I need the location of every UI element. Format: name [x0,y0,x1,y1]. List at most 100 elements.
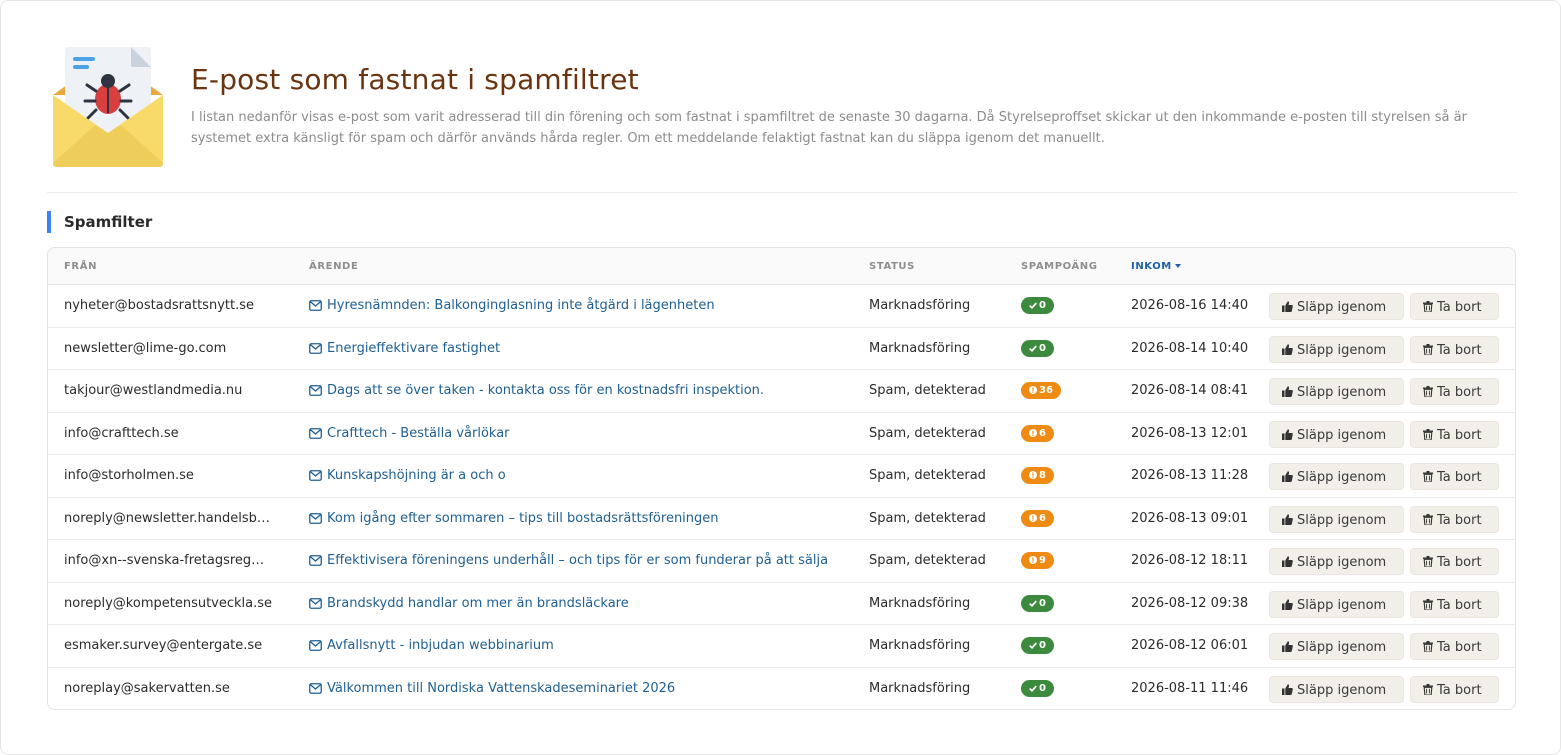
release-button-label: Släpp igenom [1297,682,1387,698]
thumbs-up-icon [1282,301,1293,312]
row-subject-text: Kunskapshöjning är a och o [327,468,506,483]
row-from: nyheter@bostadsrattsnytt.se [64,298,254,313]
row-subject-link[interactable]: Kom igång efter sommaren – tips till bos… [309,498,849,540]
release-button-label: Släpp igenom [1297,512,1387,528]
delete-button[interactable]: Ta bort [1410,590,1499,618]
table-header: FRÅN ÄRENDE STATUS SPAMPOÄNG INKOM [48,248,1515,285]
delete-button-label: Ta bort [1437,682,1482,698]
check-icon [1029,599,1037,607]
release-button[interactable]: Släpp igenom [1269,548,1404,575]
envelope-icon [309,342,322,354]
row-subject-link[interactable]: Hyresnämnden: Balkonginglasning inte åtg… [309,285,849,327]
spam-filter-page: E-post som fastnat i spamfiltret I lista… [0,0,1561,755]
release-button[interactable]: Släpp igenom [1269,590,1404,618]
release-button[interactable]: Släpp igenom [1269,335,1404,363]
release-button[interactable]: Släpp igenom [1269,633,1404,660]
release-button-label: Släpp igenom [1297,640,1387,655]
column-header-subject[interactable]: ÄRENDE [309,248,358,285]
row-received: 2026-08-14 10:40 [1131,340,1249,356]
thumbs-up-icon [1282,641,1293,652]
row-score: 9 [1021,540,1101,582]
spam-score-value: 0 [1039,640,1046,651]
row-subject-link[interactable]: Dags att se över taken - kontakta oss fö… [309,370,849,412]
row-subject-link[interactable]: Crafttech - Beställa vårlökar [309,413,849,455]
table-row: info@xn--svenska-fretagsreg… Effektivise… [48,540,1515,583]
spam-envelope-bug-icon [53,47,163,167]
delete-button[interactable]: Ta bort [1410,675,1499,703]
delete-button-label: Ta bort [1437,427,1482,443]
delete-button[interactable]: Ta bort [1410,335,1499,363]
thumbs-up-icon [1282,428,1293,440]
exclamation-circle-icon [1029,428,1037,437]
row-subject-text: Avfallsnytt - inbjudan webbinarium [327,638,554,653]
column-header-from[interactable]: FRÅN [64,248,97,285]
table-row: newsletter@lime-go.com Energieffektivare… [48,328,1515,370]
delete-button-label: Ta bort [1437,342,1482,358]
release-button[interactable]: Släpp igenom [1269,675,1404,703]
check-icon [1029,344,1037,352]
delete-button[interactable]: Ta bort [1410,548,1499,575]
column-header-received-label: INKOM [1131,261,1172,272]
table-row: takjour@westlandmedia.nu Dags att se öve… [48,370,1515,413]
row-subject-link[interactable]: Avfallsnytt - inbjudan webbinarium [309,625,849,667]
row-received: 2026-08-12 09:38 [1131,595,1249,611]
row-from: newsletter@lime-go.com [64,340,227,356]
trash-icon [1423,386,1433,398]
page-header: E-post som fastnat i spamfiltret I lista… [47,41,1517,193]
row-score: 8 [1021,455,1101,497]
spam-score-badge: 36 [1021,382,1061,399]
column-header-received[interactable]: INKOM [1131,248,1181,285]
table-row: nyheter@bostadsrattsnytt.se Hyresnämnden… [48,285,1515,328]
release-button[interactable]: Släpp igenom [1269,378,1404,405]
row-from: noreplay@sakervatten.se [64,680,230,696]
section-title: Spamfilter [47,211,152,233]
delete-button[interactable]: Ta bort [1410,378,1499,405]
row-subject-link[interactable]: Effektivisera föreningens underhåll – oc… [309,540,849,582]
delete-button[interactable]: Ta bort [1410,633,1499,660]
row-subject-text: Crafttech - Beställa vårlökar [327,425,510,441]
spam-score-value: 8 [1039,470,1046,481]
row-subject-text: Dags att se över taken - kontakta oss fö… [327,383,765,398]
delete-button-label: Ta bort [1437,640,1482,655]
row-received: 2026-08-14 08:41 [1131,383,1249,398]
row-subject-link[interactable]: Kunskapshöjning är a och o [309,455,849,497]
release-button[interactable]: Släpp igenom [1269,463,1404,490]
row-subject-link[interactable]: Välkommen till Nordiska Vattenskadesemin… [309,668,849,710]
row-score: 0 [1021,285,1101,327]
spam-score-value: 6 [1039,512,1046,524]
row-received: 2026-08-16 14:40 [1131,298,1249,313]
trash-icon [1423,556,1433,568]
table-row: info@crafttech.se Crafttech - Beställa v… [48,413,1515,455]
release-button[interactable]: Släpp igenom [1269,293,1404,320]
row-received: 2026-08-11 11:46 [1131,680,1249,696]
thumbs-up-icon [1282,343,1293,355]
thumbs-up-icon [1282,556,1293,567]
row-subject-link[interactable]: Brandskydd handlar om mer än brandsläcka… [309,583,849,625]
row-status: Marknadsföring [869,340,971,356]
delete-button-label: Ta bort [1437,385,1482,400]
release-button[interactable]: Släpp igenom [1269,505,1404,533]
thumbs-up-icon [1282,471,1293,482]
row-subject-text: Hyresnämnden: Balkonginglasning inte åtg… [327,298,715,313]
row-status: Marknadsföring [869,680,971,696]
spam-score-value: 9 [1039,555,1046,566]
spam-score-value: 0 [1039,682,1046,694]
row-received: 2026-08-13 11:28 [1131,468,1249,483]
delete-button[interactable]: Ta bort [1410,293,1499,320]
check-icon [1029,642,1037,650]
row-score: 6 [1021,498,1101,540]
delete-button[interactable]: Ta bort [1410,420,1499,448]
column-header-status[interactable]: STATUS [869,248,915,285]
table-body: nyheter@bostadsrattsnytt.se Hyresnämnden… [48,285,1515,710]
row-subject-link[interactable]: Energieffektivare fastighet [309,328,849,370]
spam-score-value: 0 [1039,597,1046,609]
row-score: 0 [1021,583,1101,625]
delete-button[interactable]: Ta bort [1410,463,1499,490]
trash-icon [1423,683,1433,696]
release-button[interactable]: Släpp igenom [1269,420,1404,448]
column-header-score[interactable]: SPAMPOÄNG [1021,248,1098,285]
envelope-icon [309,682,322,694]
row-from: info@crafttech.se [64,425,179,441]
delete-button[interactable]: Ta bort [1410,505,1499,533]
delete-button-label: Ta bort [1437,300,1482,315]
